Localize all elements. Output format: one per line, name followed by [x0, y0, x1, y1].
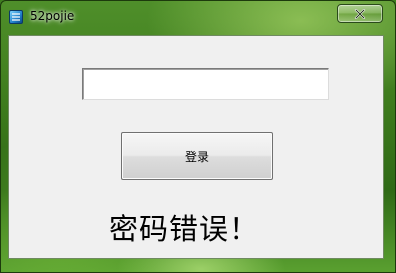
app-window: 52pojie 登录 密码错误！: [0, 0, 396, 273]
login-button[interactable]: 登录: [121, 132, 273, 180]
close-button[interactable]: [337, 4, 383, 23]
close-icon: [354, 4, 366, 23]
password-input[interactable]: [82, 68, 329, 100]
error-message: 密码错误！: [109, 212, 260, 246]
app-icon: [9, 10, 23, 24]
window-title: 52pojie: [30, 9, 75, 23]
title-bar[interactable]: 52pojie: [1, 1, 395, 31]
dialog-client-area: 登录 密码错误！: [8, 35, 384, 259]
